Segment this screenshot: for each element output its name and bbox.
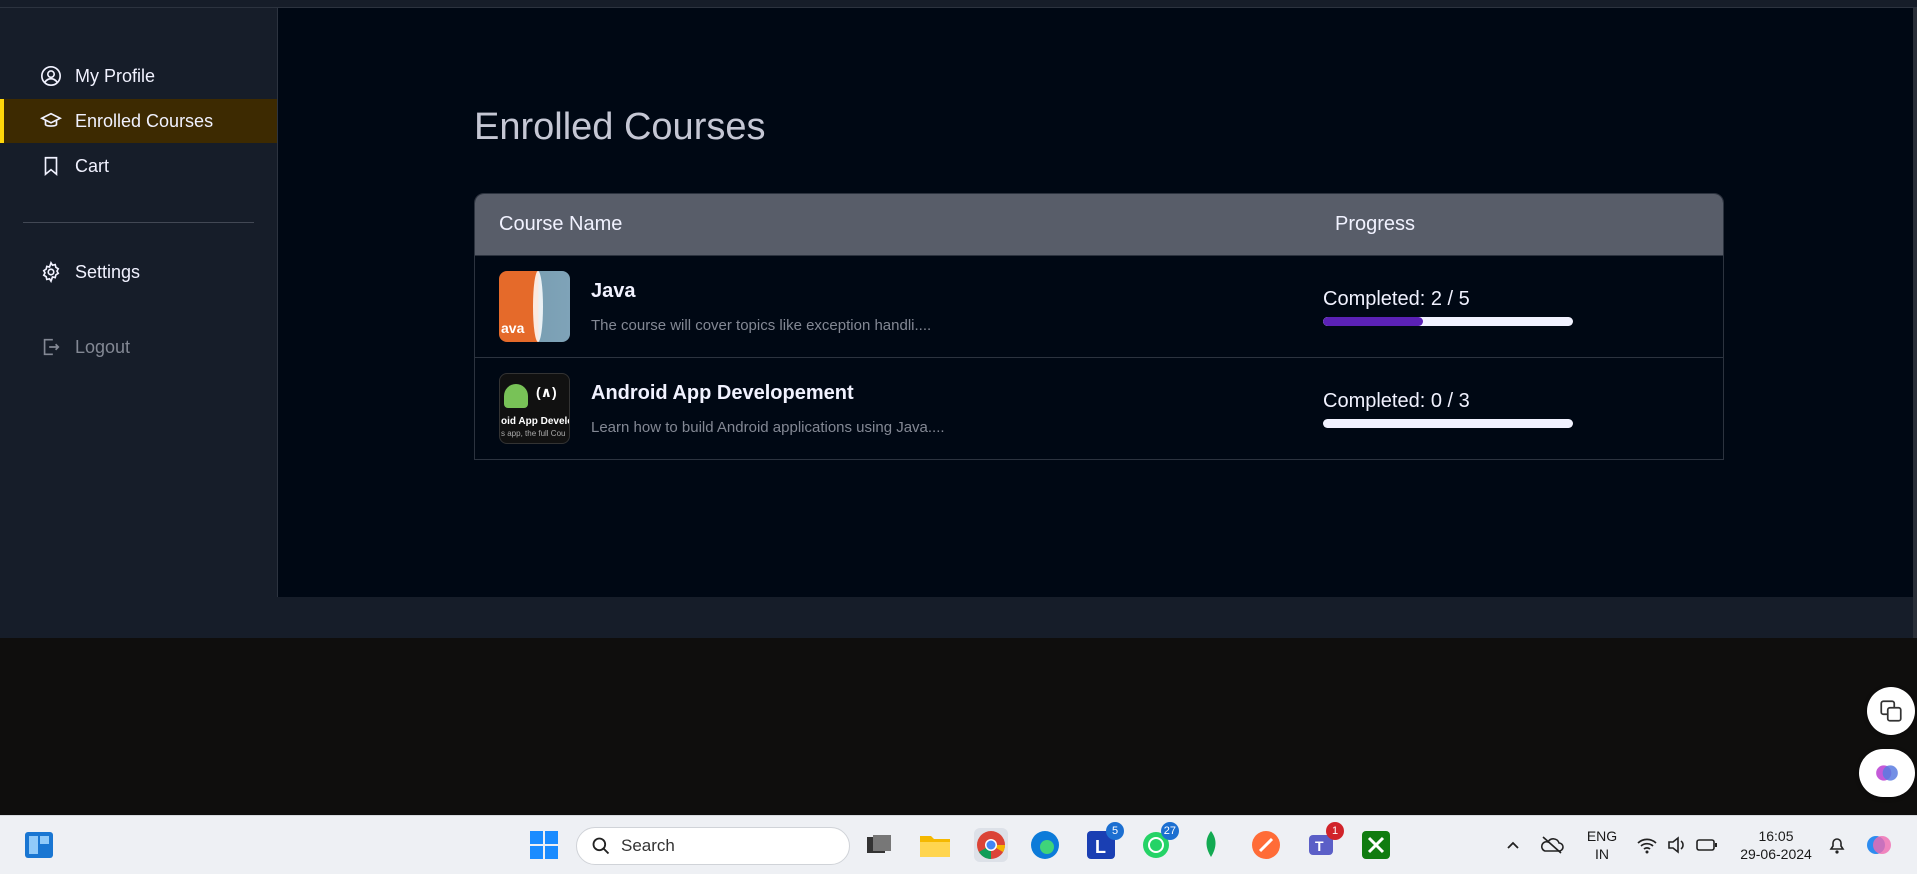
language-text: ENG: [1586, 828, 1618, 844]
teams-l-icon[interactable]: L 5: [1084, 822, 1124, 862]
battery-icon[interactable]: [1690, 828, 1724, 862]
brain-icon: [1876, 765, 1898, 781]
course-description: The course will cover topics like except…: [591, 316, 932, 334]
scrollbar[interactable]: [1913, 8, 1917, 638]
region-text: IN: [1595, 846, 1609, 862]
language-indicator[interactable]: ENG IN: [1584, 827, 1620, 863]
progress-bar: [1323, 316, 1573, 326]
copilot-icon[interactable]: [1862, 828, 1896, 862]
freecodecamp-logo: (∧): [536, 384, 557, 400]
sidebar-item-label: Settings: [75, 261, 141, 282]
svg-text:L: L: [1095, 837, 1106, 857]
user-circle-icon: [40, 65, 62, 87]
enrolled-courses-table: Course Name Progress ava Java The course…: [474, 193, 1724, 460]
header-progress: Progress: [1335, 213, 1416, 235]
postman-icon[interactable]: [1249, 828, 1283, 862]
course-title: Java: [591, 279, 636, 302]
sidebar-item-my-profile[interactable]: My Profile: [0, 54, 277, 98]
logout-icon: [40, 336, 62, 358]
top-strip: [0, 0, 1917, 8]
sidebar-item-label: Cart: [75, 155, 110, 176]
notification-badge: 27: [1160, 822, 1179, 840]
android-logo-icon: [504, 384, 528, 408]
widgets-icon[interactable]: [22, 828, 56, 862]
translate-button[interactable]: [1867, 687, 1915, 735]
onedrive-offline-icon[interactable]: [1535, 828, 1569, 862]
xbox-icon[interactable]: [1359, 828, 1393, 862]
bookmark-icon: [40, 155, 62, 177]
progress-bar: [1323, 418, 1573, 428]
sidebar: My Profile Enrolled Courses Cart Setting…: [0, 8, 278, 597]
header-course-name: Course Name: [499, 213, 623, 235]
progress-cell: Completed: 0 / 3: [1323, 390, 1713, 428]
translate-icon: [1880, 700, 1902, 722]
table-header: Course Name Progress: [475, 194, 1723, 255]
course-description: Learn how to build Android applications …: [591, 418, 945, 436]
ai-assistant-button[interactable]: [1859, 749, 1915, 797]
course-cell[interactable]: ava Java The course will cover topics li…: [475, 271, 1335, 342]
sidebar-item-label: Enrolled Courses: [75, 110, 214, 131]
logout-label: Logout: [75, 336, 131, 357]
notification-badge: 1: [1326, 822, 1344, 840]
course-cell[interactable]: (∧) oid App Develop s app, the full Cou …: [475, 373, 1335, 444]
sidebar-item-label: My Profile: [75, 65, 156, 86]
clock[interactable]: 16:05 29-06-2024: [1733, 827, 1819, 863]
sidebar-item-cart[interactable]: Cart: [0, 144, 277, 188]
progress-label: Completed: 0 / 3: [1323, 389, 1470, 412]
sidebar-item-enrolled-courses[interactable]: Enrolled Courses: [0, 99, 277, 143]
thumbnail-text: ava: [501, 320, 525, 336]
logout-button[interactable]: Logout: [0, 325, 277, 369]
sidebar-item-settings[interactable]: Settings: [0, 250, 277, 294]
notification-bell-icon[interactable]: [1820, 828, 1854, 862]
progress-label: Completed: 2 / 5: [1323, 287, 1470, 310]
chevron-up-icon[interactable]: [1496, 828, 1530, 862]
gear-icon: [40, 261, 62, 283]
graduation-cap-icon: [40, 110, 62, 132]
mongodb-icon[interactable]: [1194, 828, 1228, 862]
clock-date: 29-06-2024: [1740, 846, 1812, 862]
taskbar-search[interactable]: Search: [576, 827, 850, 865]
table-row[interactable]: (∧) oid App Develop s app, the full Cou …: [475, 357, 1723, 459]
clock-time: 16:05: [1758, 828, 1794, 844]
course-title: Android App Developement: [591, 381, 854, 404]
sidebar-divider: [23, 222, 254, 223]
file-explorer-icon[interactable]: [918, 828, 952, 862]
course-thumbnail: (∧) oid App Develop s app, the full Cou: [499, 373, 570, 444]
volume-icon[interactable]: [1660, 828, 1694, 862]
table-row[interactable]: ava Java The course will cover topics li…: [475, 255, 1723, 357]
thumbnail-text: oid App Develop: [501, 416, 569, 427]
notification-badge: 5: [1106, 822, 1124, 840]
search-placeholder: Search: [621, 836, 675, 855]
taskbar: Search L 5 27 T 1 ENG IN 16:05 29-06-202…: [0, 815, 1917, 874]
teams-new-icon[interactable]: T 1: [1304, 822, 1344, 862]
windows-start-icon[interactable]: [527, 828, 561, 862]
svg-text:T: T: [1315, 838, 1324, 854]
edge-icon[interactable]: [1028, 828, 1062, 862]
whatsapp-icon[interactable]: 27: [1139, 822, 1179, 862]
thumbnail-subtext: s app, the full Cou: [501, 429, 566, 438]
course-thumbnail: ava: [499, 271, 570, 342]
task-view-icon[interactable]: [862, 828, 896, 862]
main-content: Enrolled Courses Course Name Progress av…: [278, 8, 1917, 597]
progress-cell: Completed: 2 / 5: [1323, 288, 1713, 326]
progress-bar-fill: [1323, 316, 1423, 326]
wifi-icon[interactable]: [1630, 828, 1664, 862]
search-icon: [592, 837, 610, 855]
chrome-icon[interactable]: [974, 828, 1008, 862]
app-area: My Profile Enrolled Courses Cart Setting…: [0, 8, 1917, 638]
page-title: Enrolled Courses: [474, 106, 766, 148]
